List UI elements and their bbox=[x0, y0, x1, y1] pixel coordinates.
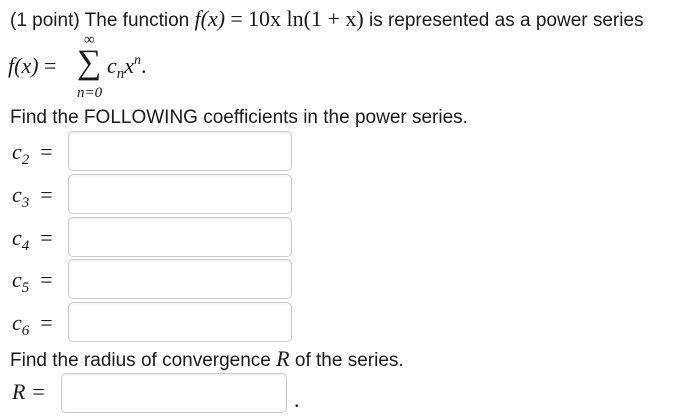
coef-equals: = bbox=[40, 182, 53, 207]
coef-symbol: c bbox=[12, 310, 22, 335]
coefficient-row-c2: c2 = bbox=[0, 131, 700, 173]
coefficient-label: c3 = bbox=[12, 182, 53, 211]
series-coef: c bbox=[107, 53, 117, 78]
coef-symbol: c bbox=[12, 182, 22, 207]
coefficient-label: c2 = bbox=[12, 139, 53, 168]
problem-outro: is represented as a power series bbox=[368, 10, 644, 31]
coef-equals: = bbox=[40, 139, 53, 164]
coefficient-row-c4: c4 = bbox=[0, 217, 700, 259]
points-label: (1 point) bbox=[10, 10, 80, 31]
series-var-sup: n bbox=[134, 53, 142, 68]
c3-answer-input[interactable] bbox=[68, 174, 292, 214]
coef-equals: = bbox=[40, 225, 53, 250]
c6-answer-input[interactable] bbox=[68, 302, 292, 342]
problem-statement: (1 point) The function f(x) = 10x ln(1 +… bbox=[10, 6, 644, 32]
radius-row: R = . bbox=[0, 373, 700, 415]
coef-index: 6 bbox=[21, 323, 30, 339]
find-radius-instruction: Find the radius of convergence R of the … bbox=[10, 346, 404, 372]
series-end: . bbox=[141, 53, 147, 78]
coef-symbol: c bbox=[12, 139, 22, 164]
find-coefficients-instruction: Find the FOLLOWING coefficients in the p… bbox=[10, 107, 468, 128]
sigma-lower-limit: n=0 bbox=[77, 85, 103, 101]
find-radius-var: R bbox=[276, 346, 290, 371]
c4-answer-input[interactable] bbox=[68, 217, 292, 257]
sigma-symbol: ∑ bbox=[77, 44, 102, 81]
coefficient-row-c6: c6 = bbox=[0, 302, 700, 344]
function-rhs: 10x ln(1 + x) bbox=[248, 6, 364, 31]
coef-index: 2 bbox=[21, 152, 30, 168]
function-lhs: f(x) bbox=[194, 6, 226, 31]
c5-answer-input[interactable] bbox=[68, 259, 292, 299]
series-coef-sub: n bbox=[116, 66, 125, 82]
find-radius-prefix: Find the radius of convergence bbox=[10, 350, 271, 371]
coef-index: 3 bbox=[21, 195, 30, 211]
series-var: x bbox=[124, 53, 135, 78]
radius-answer-input[interactable] bbox=[61, 373, 287, 413]
function-equals: = bbox=[230, 6, 243, 31]
coef-symbol: c bbox=[12, 267, 22, 292]
series-formula: f(x) = bbox=[8, 53, 56, 79]
c2-answer-input[interactable] bbox=[68, 131, 292, 171]
radius-period: . bbox=[294, 387, 300, 412]
coef-symbol: c bbox=[12, 225, 22, 250]
coef-index: 4 bbox=[21, 238, 30, 254]
coefficient-row-c3: c3 = bbox=[0, 174, 700, 216]
coef-equals: = bbox=[40, 310, 53, 335]
series-term: cnxn. bbox=[107, 53, 147, 82]
coef-equals: = bbox=[40, 267, 53, 292]
coefficient-label: c5 = bbox=[12, 267, 53, 296]
coefficient-row-c5: c5 = bbox=[0, 259, 700, 301]
find-radius-suffix: of the series. bbox=[294, 350, 404, 371]
coefficient-label: c6 = bbox=[12, 310, 53, 339]
coefficient-label: c4 = bbox=[12, 225, 53, 254]
radius-label: R = bbox=[12, 379, 46, 404]
coef-index: 5 bbox=[21, 280, 30, 296]
problem-intro: The function bbox=[84, 10, 190, 31]
series-lhs: f(x) bbox=[8, 53, 39, 78]
series-equals: = bbox=[44, 53, 57, 78]
